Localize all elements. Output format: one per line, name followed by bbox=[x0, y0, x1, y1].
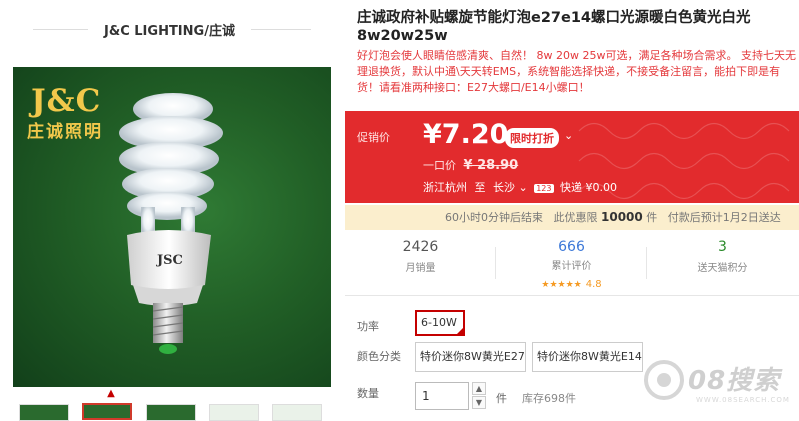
stat-label: 月销量 bbox=[405, 263, 436, 274]
thumbnail[interactable] bbox=[272, 404, 322, 421]
rating-row: ★★★★★ 4.8 bbox=[496, 272, 647, 291]
limited-discount-badge: 限时打折 bbox=[505, 128, 559, 148]
countdown-bar: 60小时0分钟后结束 此优惠限 10000 件 付款后预计1月2日送达 bbox=[345, 205, 799, 230]
countdown-remaining: 60小时0分钟 bbox=[445, 211, 510, 224]
star-rating-icon: ★★★★★ bbox=[541, 280, 582, 290]
quantity-label: 数量 bbox=[357, 387, 379, 400]
quantity-increase-icon[interactable]: ▲ bbox=[472, 382, 486, 395]
thumbnail[interactable] bbox=[19, 404, 69, 421]
divider-line bbox=[33, 29, 88, 30]
product-title: 庄诚政府补贴螺旋节能灯泡e27e14螺口光源暖白色黄光白光8w20w25w bbox=[357, 10, 751, 44]
rating-score: 4.8 bbox=[585, 279, 602, 290]
color-option[interactable]: 特价迷你8W黄光E14 bbox=[532, 342, 643, 372]
watermark: 08搜索 WWW.08SEARCH.COM bbox=[640, 352, 799, 412]
ship-to-select[interactable]: 长沙 ⌄ bbox=[493, 181, 528, 194]
stat-value: 3 bbox=[718, 239, 727, 255]
shop-name[interactable]: J&C LIGHTING/庄诚 bbox=[88, 20, 251, 39]
original-price: ¥ 28.90 bbox=[463, 158, 519, 173]
original-price-label: 一口价 bbox=[423, 159, 456, 172]
stat-label: 累计评价 bbox=[551, 261, 592, 272]
shipping-method: 快递 ¥0.00 bbox=[560, 181, 617, 194]
thumbnail[interactable] bbox=[209, 404, 259, 421]
current-price: ¥7.20 bbox=[423, 119, 508, 150]
currency-symbol: ¥ bbox=[423, 119, 442, 150]
stat-value: 2426 bbox=[402, 239, 439, 255]
limit-prefix: 此优惠限 bbox=[553, 211, 598, 224]
stat-points: 3 送天猫积分 bbox=[647, 237, 798, 293]
stats-row: 2426 月销量 666 累计评价 ★★★★★ 4.8 3 送天猫积分 bbox=[345, 237, 799, 293]
color-label: 颜色分类 bbox=[357, 350, 401, 363]
quantity-input[interactable]: 1 bbox=[415, 382, 469, 410]
power-label: 功率 bbox=[357, 320, 379, 333]
stat-monthly-sales: 2426 月销量 bbox=[345, 237, 496, 293]
option-text: 特价迷你8W黄光E27 bbox=[420, 350, 525, 363]
main-product-image[interactable]: J&C 庄诚照明 JSC bbox=[13, 67, 331, 387]
stat-reviews[interactable]: 666 累计评价 ★★★★★ 4.8 bbox=[496, 237, 647, 293]
chevron-down-icon[interactable]: ⌄ bbox=[564, 129, 573, 142]
product-description: 好灯泡会使人眼睛倍感清爽、自然！ 8w 20w 25w可选，满足各种场合需求。 … bbox=[357, 49, 796, 94]
price-panel: 促销价 ¥7.20 限时打折 ⌄ 一口价 ¥ 28.90 浙江杭州 至 长沙 ⌄… bbox=[345, 111, 799, 203]
option-text: 特价迷你8W黄光E14 bbox=[537, 350, 642, 363]
shop-header: J&C LIGHTING/庄诚 bbox=[0, 0, 345, 58]
bulb-brand-text: JSC bbox=[156, 253, 183, 268]
countdown-ends: 后结束 bbox=[510, 211, 543, 224]
stat-value[interactable]: 666 bbox=[496, 239, 647, 255]
limit-count: 10000 bbox=[601, 210, 643, 224]
watermark-logo-icon bbox=[644, 360, 684, 400]
original-price-row: 一口价 ¥ 28.90 bbox=[423, 157, 518, 173]
watermark-text: 08搜索 bbox=[688, 366, 781, 396]
price-value: 7.20 bbox=[441, 119, 509, 150]
delivery-estimate: 付款后预计1月2日送达 bbox=[667, 211, 781, 224]
thumbnail[interactable] bbox=[146, 404, 196, 421]
shipping-row: 浙江杭州 至 长沙 ⌄ 123 快递 ¥0.00 bbox=[423, 179, 617, 195]
watermark-subtext: WWW.08SEARCH.COM bbox=[696, 396, 790, 404]
spiral-bulb-illustration: JSC bbox=[119, 93, 223, 354]
divider-line bbox=[251, 29, 311, 30]
limit-unit: 件 bbox=[646, 211, 658, 224]
ship-from: 浙江杭州 bbox=[423, 181, 467, 194]
section-divider bbox=[345, 295, 799, 296]
thumbnail-active[interactable] bbox=[82, 403, 132, 420]
delivery-badge: 123 bbox=[534, 183, 554, 193]
promo-price-label: 促销价 bbox=[357, 131, 390, 144]
power-option-selected[interactable]: 6-10W bbox=[415, 310, 465, 336]
stat-label: 送天猫积分 bbox=[697, 263, 748, 274]
selected-check-icon bbox=[456, 327, 463, 334]
color-option[interactable]: 特价迷你8W黄光E27 bbox=[415, 342, 526, 372]
ship-to-label: 至 bbox=[474, 181, 486, 194]
option-text: 6-10W bbox=[421, 316, 457, 329]
stock-count: 库存698件 bbox=[522, 392, 576, 405]
chevron-down-icon: ⌄ bbox=[518, 181, 528, 194]
quantity-unit: 件 bbox=[496, 392, 507, 405]
active-thumbnail-arrow-icon: ▲ bbox=[107, 388, 115, 399]
thumbnail-strip: ▲ bbox=[13, 388, 331, 421]
quantity-decrease-icon[interactable]: ▼ bbox=[472, 396, 486, 409]
